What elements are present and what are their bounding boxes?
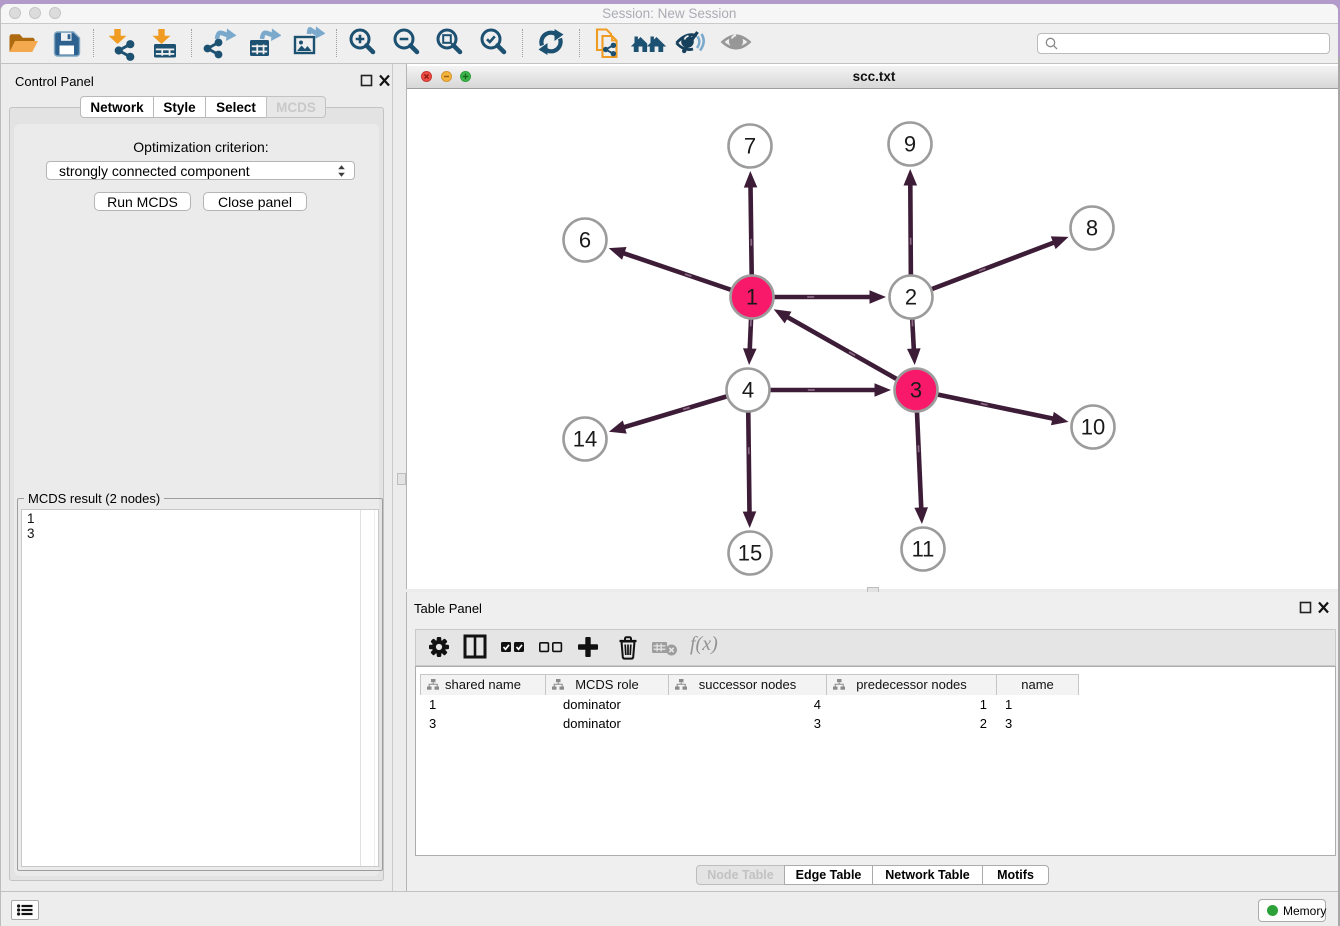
svg-text:2: 2 (905, 284, 917, 309)
svg-text:1: 1 (746, 284, 758, 309)
svg-text:14: 14 (573, 426, 597, 451)
svg-text:9: 9 (904, 131, 916, 156)
svg-text:11: 11 (912, 536, 935, 561)
svg-text:15: 15 (738, 540, 762, 565)
svg-text:7: 7 (744, 133, 756, 158)
svg-text:6: 6 (579, 227, 591, 252)
svg-text:3: 3 (910, 377, 922, 402)
svg-text:10: 10 (1081, 414, 1105, 439)
svg-text:4: 4 (742, 377, 754, 402)
svg-text:8: 8 (1086, 215, 1098, 240)
